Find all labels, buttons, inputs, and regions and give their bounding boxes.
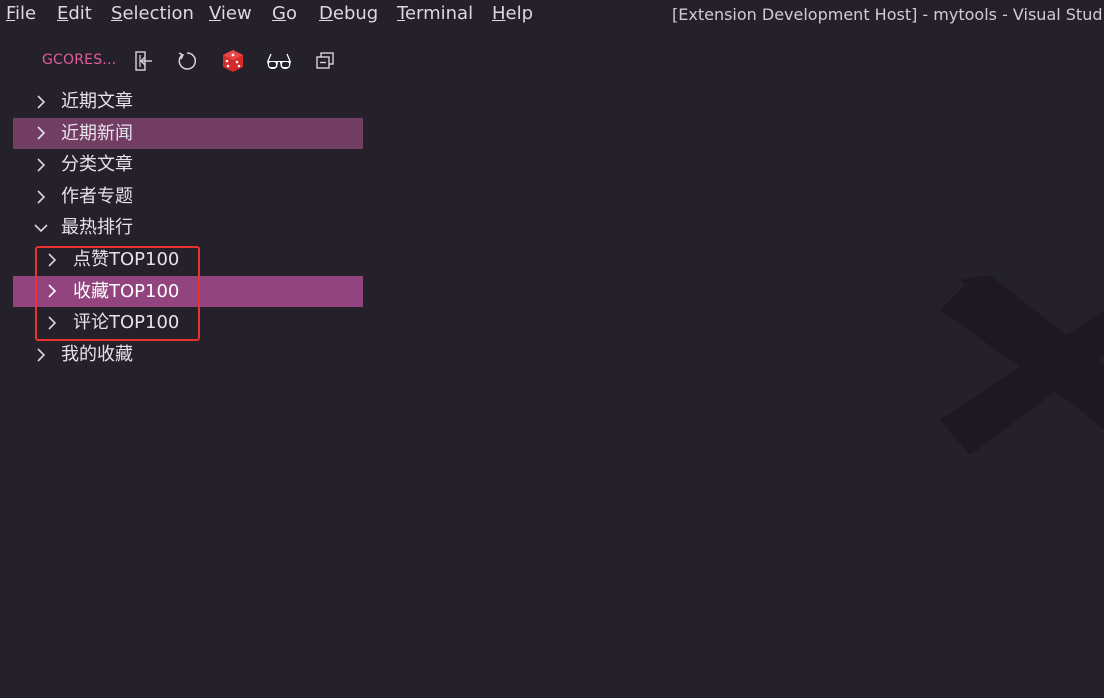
menu-bar: File Edit Selection View Go Debug Termin…: [0, 0, 1104, 30]
tree-item[interactable]: 点赞TOP100: [13, 244, 363, 276]
tree-item-label: 近期新闻: [61, 122, 133, 144]
chevron-right-icon: [33, 86, 49, 118]
tree-item[interactable]: 近期新闻: [13, 117, 363, 150]
chevron-down-icon: [33, 212, 49, 244]
menu-go[interactable]: Go: [272, 3, 297, 24]
tree-item[interactable]: 我的收藏: [13, 339, 363, 371]
tree-item-label: 作者专题: [61, 185, 133, 207]
vscode-logo-watermark: [930, 270, 1104, 474]
tree-item[interactable]: 分类文章: [13, 149, 363, 181]
dice-icon[interactable]: [220, 48, 246, 74]
logout-icon[interactable]: [130, 48, 156, 74]
menu-edit[interactable]: Edit: [57, 3, 92, 24]
menu-selection[interactable]: Selection: [111, 3, 194, 24]
menu-terminal[interactable]: Terminal: [397, 3, 473, 24]
menu-debug[interactable]: Debug: [319, 3, 378, 24]
chevron-right-icon: [33, 118, 49, 150]
tree-item[interactable]: 作者专题: [13, 181, 363, 213]
tree-item-label: 评论TOP100: [73, 312, 180, 334]
chevron-right-icon: [33, 149, 49, 181]
menu-view[interactable]: View: [209, 3, 252, 24]
tree-item-label: 近期文章: [61, 91, 133, 112]
tree-item-label: 收藏TOP100: [73, 280, 180, 302]
collapse-all-icon[interactable]: [312, 48, 338, 74]
window-title: [Extension Development Host] - mytools -…: [672, 5, 1104, 24]
view-toolbar: GCORES...: [0, 42, 370, 78]
chevron-right-icon: [33, 181, 49, 213]
tree-item[interactable]: 近期文章: [13, 86, 363, 118]
tree-item[interactable]: 收藏TOP100: [13, 275, 363, 308]
tree-item[interactable]: 评论TOP100: [13, 307, 363, 339]
glasses-icon[interactable]: [266, 48, 292, 74]
tree-item-label: 分类文章: [61, 154, 133, 176]
chevron-right-icon: [44, 276, 60, 308]
chevron-right-icon: [33, 339, 49, 371]
tree-view: 近期文章 近期新闻 分类文章 作者专题 最热排行 点赞TOP100 收藏TOP1…: [13, 86, 363, 370]
tree-item-label: 我的收藏: [61, 343, 133, 365]
tree-item-label: 最热排行: [61, 217, 133, 239]
view-section-title[interactable]: GCORES...: [42, 52, 116, 68]
refresh-icon[interactable]: [174, 48, 200, 74]
tree-item[interactable]: 最热排行: [13, 212, 363, 244]
chevron-right-icon: [44, 244, 60, 276]
menu-file[interactable]: File: [6, 3, 36, 24]
chevron-right-icon: [44, 307, 60, 339]
tree-item-label: 点赞TOP100: [73, 248, 180, 270]
menu-help[interactable]: Help: [492, 3, 533, 24]
